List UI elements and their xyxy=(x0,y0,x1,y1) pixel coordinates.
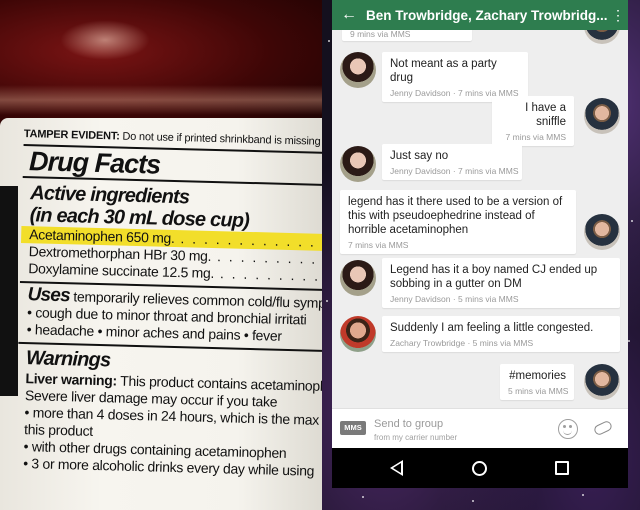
nav-recents-icon[interactable] xyxy=(555,461,569,475)
message-bubble: Not meant as a party drug Jenny Davidson… xyxy=(382,52,528,102)
uses-section: Uses temporarily relieves common cold/fl… xyxy=(18,280,322,347)
emoji-icon[interactable] xyxy=(558,419,578,439)
carrier-number-label: from my carrier number xyxy=(374,433,458,442)
conversation-title: Ben Trowbridge, Zachary Trowbridg... xyxy=(366,7,608,23)
message-bubble: legend has it there used to be a version… xyxy=(340,190,576,254)
app-bar: ← Ben Trowbridge, Zachary Trowbridg... ⋮ xyxy=(332,0,628,30)
message-bubble: #memories 5 mins via MMS xyxy=(500,364,574,400)
avatar xyxy=(584,364,620,400)
message-input[interactable]: Send to group xyxy=(374,418,443,430)
avatar xyxy=(340,260,376,296)
avatar xyxy=(340,146,376,182)
message-bubble: I have a sniffle 7 mins via MMS xyxy=(492,96,574,146)
attach-icon[interactable] xyxy=(592,419,614,437)
drug-facts-text: TAMPER EVIDENT: Do not use if printed sh… xyxy=(14,128,322,480)
avatar xyxy=(584,214,620,250)
phone-screen: ← Ben Trowbridge, Zachary Trowbridg... ⋮… xyxy=(332,0,628,488)
avatar xyxy=(340,316,376,352)
medicine-label-photo: TAMPER EVIDENT: Do not use if printed sh… xyxy=(0,0,322,510)
avatar xyxy=(584,98,620,134)
more-vert-icon[interactable]: ⋮ xyxy=(608,8,628,22)
nav-back-icon[interactable] xyxy=(390,460,403,476)
message-bubble: 9 mins via MMS xyxy=(342,30,472,41)
mms-badge: MMS xyxy=(340,421,366,435)
compose-bar: MMS Send to group from my carrier number xyxy=(332,408,628,448)
bottle-cap xyxy=(0,0,322,128)
arrow-back-icon[interactable]: ← xyxy=(332,6,366,24)
message-bubble: Just say no Jenny Davidson · 7 mins via … xyxy=(382,144,522,180)
avatar xyxy=(340,52,376,88)
label-edge xyxy=(0,186,18,396)
warnings-section: Warnings Liver warning: This product con… xyxy=(14,341,322,480)
active-ingredients-heading: Active ingredients (in each 30 mL dose c… xyxy=(21,175,322,235)
message-bubble: Legend has it a boy named CJ ended up so… xyxy=(382,258,620,308)
nav-home-icon[interactable] xyxy=(472,461,487,476)
android-nav-bar xyxy=(332,448,628,488)
message-list[interactable]: 9 mins via MMS Not meant as a party drug… xyxy=(332,30,628,408)
avatar xyxy=(584,30,620,44)
message-bubble: Suddenly I am feeling a little congested… xyxy=(382,316,620,352)
